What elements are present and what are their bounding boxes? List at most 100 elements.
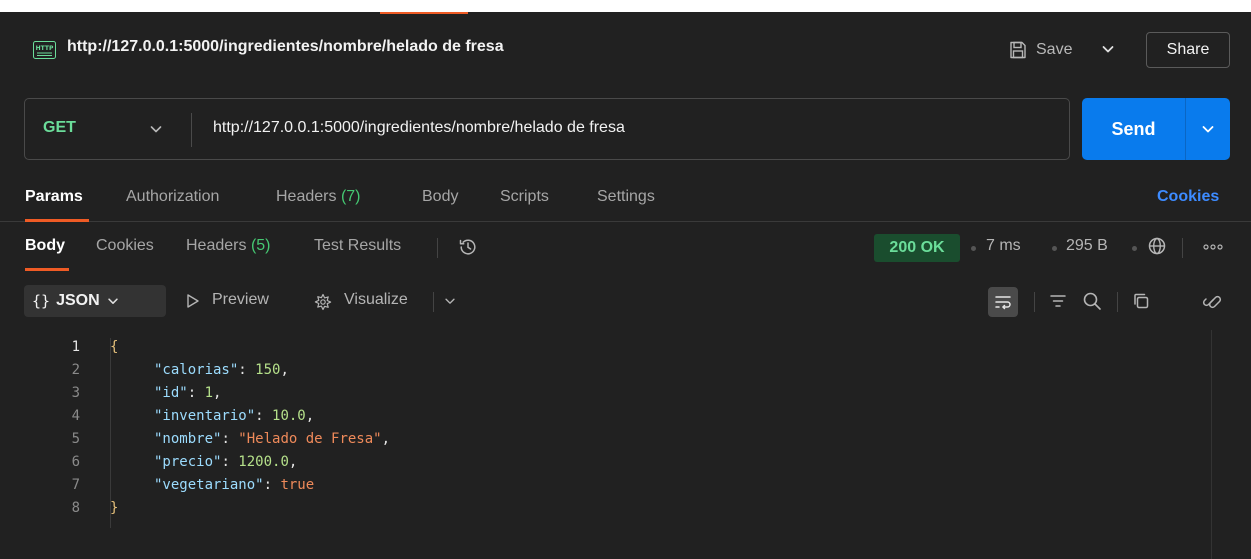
code-line: 5 "nombre": "Helado de Fresa", xyxy=(0,428,1200,451)
tab-settings[interactable]: Settings xyxy=(597,188,655,206)
url-input[interactable]: http://127.0.0.1:5000/ingredientes/nombr… xyxy=(213,119,625,137)
visualize-icon xyxy=(314,293,332,311)
globe-icon[interactable] xyxy=(1147,236,1167,256)
response-tab-test-results[interactable]: Test Results xyxy=(314,237,401,255)
send-button[interactable]: Send xyxy=(1082,98,1185,160)
http-file-icon: HTTP xyxy=(33,41,56,59)
format-select[interactable]: {} JSON xyxy=(24,285,166,317)
chevron-down-icon xyxy=(107,298,118,304)
tab-params[interactable]: Params xyxy=(25,188,83,206)
send-button-group: Send xyxy=(1082,98,1230,160)
code-line: 3 "id": 1, xyxy=(0,382,1200,405)
json-comma: , xyxy=(305,408,315,424)
response-tabs-divider xyxy=(437,238,438,258)
json-key: "inventario" xyxy=(154,408,256,424)
tab-authorization[interactable]: Authorization xyxy=(126,188,219,206)
url-bar: GET http://127.0.0.1:5000/ingredientes/n… xyxy=(24,98,1070,160)
response-tab-body[interactable]: Body xyxy=(25,237,65,255)
json-key: "calorias" xyxy=(154,362,239,378)
preview-button[interactable]: Preview xyxy=(212,291,269,309)
response-size[interactable]: 295 B xyxy=(1066,237,1108,255)
json-value: 10.0 xyxy=(272,408,306,424)
request-title[interactable]: http://127.0.0.1:5000/ingredientes/nombr… xyxy=(67,38,504,56)
save-button[interactable]: Save xyxy=(1008,33,1072,67)
scrollbar-track[interactable] xyxy=(1211,330,1212,559)
code-content: { xyxy=(110,336,118,359)
json-value: "Helado de Fresa" xyxy=(238,431,382,447)
code-content: "precio": 1200.0, xyxy=(154,451,297,474)
link-icon[interactable] xyxy=(1201,290,1223,312)
response-tab-cookies[interactable]: Cookies xyxy=(96,237,154,255)
response-tabs: Body Cookies Headers (5) Test Results 20… xyxy=(0,222,1251,272)
json-comma: , xyxy=(213,385,222,401)
search-icon[interactable] xyxy=(1081,290,1103,312)
json-brace: { xyxy=(110,339,119,355)
wrap-lines-icon xyxy=(995,296,1011,310)
json-value: 1 xyxy=(204,385,214,401)
json-comma: , xyxy=(288,454,298,470)
toolbar-divider xyxy=(1034,292,1035,312)
line-number: 1 xyxy=(71,339,80,355)
code-line: 1{ xyxy=(0,336,1200,359)
request-tabs: Params Authorization Headers (7) Body Sc… xyxy=(0,174,1251,222)
json-key: "nombre" xyxy=(154,431,222,447)
json-colon: : xyxy=(263,477,281,493)
code-content: } xyxy=(110,497,118,520)
tab-headers[interactable]: Headers (7) xyxy=(276,188,361,206)
line-number: 5 xyxy=(71,431,80,447)
method-chevron-down-icon[interactable] xyxy=(148,121,164,137)
json-colon: : xyxy=(255,408,273,424)
line-number: 3 xyxy=(71,385,80,401)
meta-dot xyxy=(1052,246,1057,251)
json-value: true xyxy=(280,477,315,493)
meta-dot xyxy=(971,246,976,251)
response-time[interactable]: 7 ms xyxy=(986,237,1021,255)
tab-headers-label: Headers xyxy=(276,188,337,205)
code-line: 8} xyxy=(0,497,1200,520)
url-divider xyxy=(191,113,192,147)
method-select[interactable]: GET xyxy=(43,119,76,137)
meta-dot xyxy=(1132,246,1137,251)
tab-headers-count: (7) xyxy=(340,188,361,205)
share-button[interactable]: Share xyxy=(1146,32,1230,68)
save-icon xyxy=(1010,41,1026,59)
json-value: 1200.0 xyxy=(238,454,289,470)
braces-icon: {} xyxy=(32,292,51,310)
save-label: Save xyxy=(1036,41,1073,58)
response-body-editor[interactable]: 1{2 "calorias": 150, 3 "id": 1, 4 "inventario… xyxy=(0,330,1251,559)
line-number: 8 xyxy=(71,500,80,516)
json-key: "precio" xyxy=(154,454,222,470)
tab-body[interactable]: Body xyxy=(422,188,458,206)
response-tab-body-underline xyxy=(25,268,69,271)
top-margin xyxy=(0,0,1251,12)
json-colon: : xyxy=(221,454,239,470)
line-number: 7 xyxy=(71,477,80,493)
svg-text:HTTP: HTTP xyxy=(36,45,54,52)
history-icon[interactable] xyxy=(458,237,478,257)
play-icon xyxy=(187,294,199,308)
code-content: "calorias": 150, xyxy=(154,359,289,382)
request-title-bar: HTTP http://127.0.0.1:5000/ingredientes/… xyxy=(0,14,1251,86)
filter-icon[interactable] xyxy=(1047,290,1069,312)
status-badge[interactable]: 200 OK xyxy=(874,234,960,262)
json-key: "id" xyxy=(154,385,188,401)
more-icon[interactable] xyxy=(1200,240,1226,254)
copy-icon[interactable] xyxy=(1130,290,1152,312)
json-value: 150 xyxy=(255,362,281,378)
json-brace: } xyxy=(110,500,119,516)
response-tab-headers[interactable]: Headers (5) xyxy=(186,237,271,255)
code-content: "id": 1, xyxy=(154,382,221,405)
save-options-chevron-icon[interactable] xyxy=(1100,41,1116,57)
tab-scripts[interactable]: Scripts xyxy=(500,188,549,206)
visualize-chevron-down-icon[interactable] xyxy=(443,294,457,308)
format-label: JSON xyxy=(56,292,100,309)
json-colon: : xyxy=(187,385,205,401)
visualize-divider xyxy=(433,292,434,312)
code-line: 2 "calorias": 150, xyxy=(0,359,1200,382)
visualize-button[interactable]: Visualize xyxy=(344,291,408,309)
send-options-chevron-icon[interactable] xyxy=(1200,121,1216,137)
postman-window: HTTP http://127.0.0.1:5000/ingredientes/… xyxy=(0,0,1251,559)
cookies-link[interactable]: Cookies xyxy=(1157,188,1219,206)
code-line: 7 "vegetariano": true xyxy=(0,474,1200,497)
wrap-lines-button[interactable] xyxy=(988,287,1018,317)
